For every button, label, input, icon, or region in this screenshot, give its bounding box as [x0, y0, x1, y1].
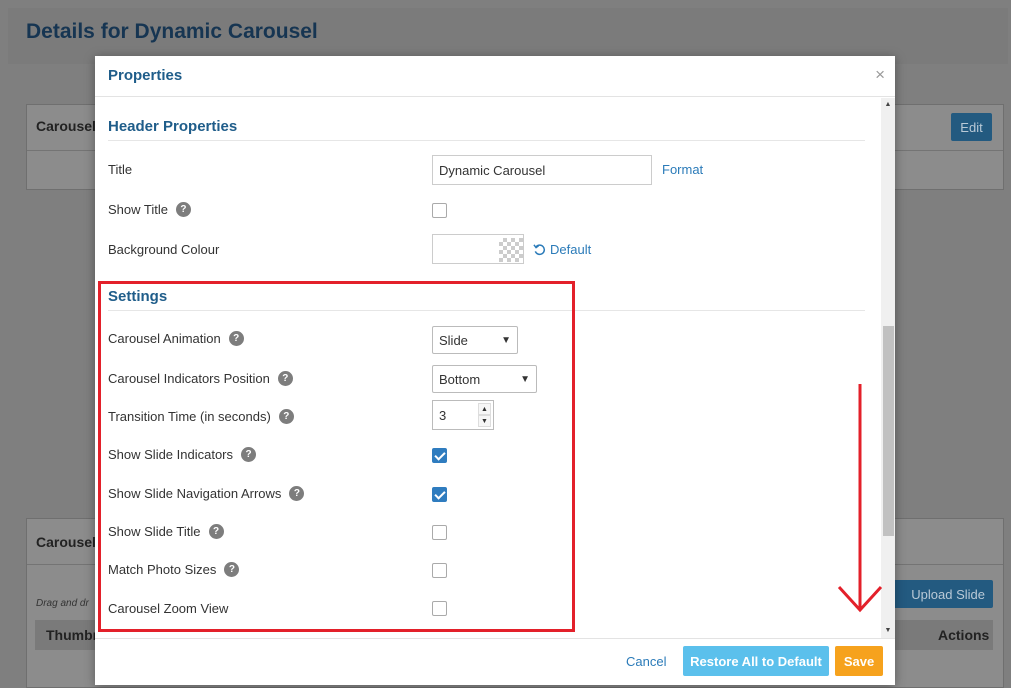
- section-title-header: Header Properties: [108, 118, 238, 135]
- cancel-button[interactable]: Cancel: [626, 654, 666, 669]
- undo-icon: [533, 244, 546, 256]
- zoom-view-label: Carousel Zoom View: [108, 601, 229, 616]
- drag-hint: Drag and dr: [36, 598, 89, 609]
- scroll-up-icon[interactable]: ▲: [881, 98, 895, 112]
- title-label: Title: [108, 162, 133, 177]
- transparent-swatch[interactable]: [499, 238, 523, 262]
- column-actions: Actions: [938, 627, 990, 643]
- upload-slide-button[interactable]: Upload Slide: [893, 580, 993, 608]
- show-slide-indicators-label: Show Slide Indicators ?: [108, 447, 257, 462]
- help-icon[interactable]: ?: [175, 202, 191, 217]
- format-link[interactable]: Format: [662, 162, 703, 177]
- indicators-position-label: Carousel Indicators Position ?: [108, 371, 293, 386]
- background-colour-picker[interactable]: [432, 234, 524, 264]
- help-icon[interactable]: ?: [278, 409, 294, 424]
- show-navigation-arrows-checkbox[interactable]: [432, 487, 447, 502]
- carousel-animation-select[interactable]: Slide ▼: [432, 326, 518, 354]
- show-title-label: Show Title ?: [108, 202, 191, 217]
- modal-title: Properties: [108, 67, 183, 84]
- modal-footer: Cancel Restore All to Default Save: [95, 638, 895, 685]
- show-slide-indicators-checkbox[interactable]: [432, 448, 447, 463]
- scrollbar[interactable]: ▲ ▼: [881, 98, 895, 638]
- match-photo-sizes-label: Match Photo Sizes ?: [108, 562, 240, 577]
- chevron-down-icon: ▼: [501, 334, 511, 346]
- panel-label: Carousel: [36, 118, 96, 134]
- scroll-down-icon[interactable]: ▼: [881, 624, 895, 638]
- transition-time-input[interactable]: 3 ▲ ▼: [432, 400, 494, 430]
- modal-header: Properties ×: [95, 56, 895, 97]
- column-thumbnail: Thumbn: [46, 627, 102, 643]
- show-slide-title-checkbox[interactable]: [432, 525, 447, 540]
- background-colour-label: Background Colour: [108, 242, 220, 257]
- spin-up-icon[interactable]: ▲: [478, 403, 491, 415]
- divider: [108, 310, 865, 311]
- restore-all-to-default-button[interactable]: Restore All to Default: [683, 646, 829, 676]
- match-photo-sizes-checkbox[interactable]: [432, 563, 447, 578]
- panel-label-slides: Carousel: [36, 534, 96, 550]
- default-link[interactable]: Default: [533, 242, 591, 257]
- help-icon[interactable]: ?: [241, 447, 257, 462]
- help-icon[interactable]: ?: [228, 331, 244, 346]
- transition-time-label: Transition Time (in seconds) ?: [108, 409, 294, 424]
- save-button[interactable]: Save: [835, 646, 883, 676]
- upload-slide-label: Upload Slide: [911, 586, 985, 602]
- edit-button[interactable]: Edit: [951, 113, 992, 141]
- help-icon[interactable]: ?: [224, 562, 240, 577]
- section-title-settings: Settings: [108, 288, 168, 305]
- modal-body[interactable]: Header Properties Title Dynamic Carousel…: [95, 98, 895, 638]
- spin-down-icon[interactable]: ▼: [478, 415, 491, 427]
- divider: [108, 140, 865, 141]
- show-slide-title-label: Show Slide Title ?: [108, 524, 224, 539]
- title-input[interactable]: Dynamic Carousel: [432, 155, 652, 185]
- show-navigation-arrows-label: Show Slide Navigation Arrows ?: [108, 486, 305, 501]
- scroll-thumb[interactable]: [883, 326, 894, 536]
- chevron-down-icon: ▼: [520, 373, 530, 385]
- help-icon[interactable]: ?: [289, 486, 305, 501]
- properties-modal: Properties × Header Properties Title Dyn…: [95, 56, 895, 685]
- zoom-view-checkbox[interactable]: [432, 601, 447, 616]
- help-icon[interactable]: ?: [208, 524, 224, 539]
- help-icon[interactable]: ?: [277, 371, 293, 386]
- show-title-checkbox[interactable]: [432, 203, 447, 218]
- number-spinner[interactable]: ▲ ▼: [478, 403, 491, 427]
- carousel-animation-label: Carousel Animation ?: [108, 331, 244, 346]
- indicators-position-select[interactable]: Bottom ▼: [432, 365, 537, 393]
- close-icon[interactable]: ×: [875, 65, 885, 85]
- page-title: Details for Dynamic Carousel: [26, 20, 318, 43]
